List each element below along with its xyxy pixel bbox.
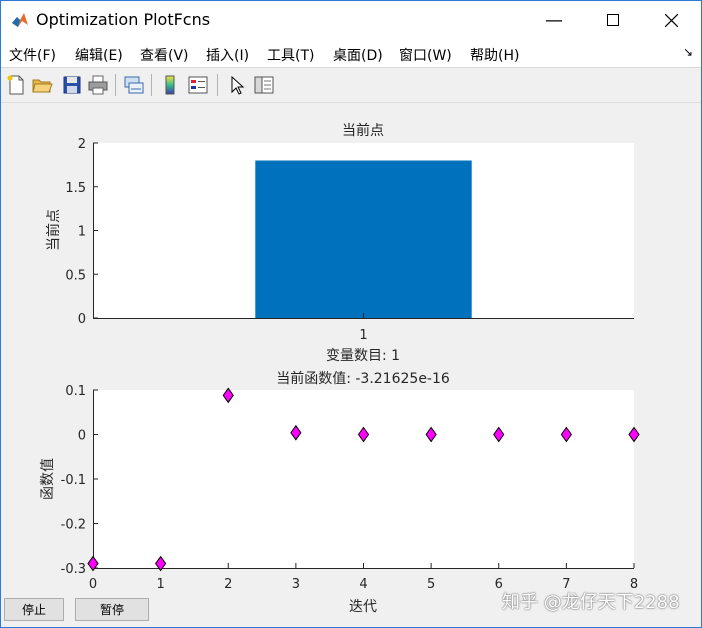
menu-help[interactable]: 帮助(H) [470,45,519,65]
toolbar [1,68,701,103]
close-button[interactable] [648,1,694,39]
legend-icon[interactable] [187,74,209,96]
pause-button[interactable]: 暂停 [75,598,149,621]
toolbar-separator [217,74,218,96]
menu-edit[interactable]: 编辑(E) [75,45,123,65]
window-title: Optimization PlotFcns [36,10,211,29]
stop-button[interactable]: 停止 [4,598,64,621]
toolbar-separator [115,74,116,96]
watermark: 知乎 @龙仔天下2288 [502,592,680,613]
maximize-button[interactable] [590,1,636,39]
menu-desktop[interactable]: 桌面(D) [333,45,383,65]
colorbar-icon[interactable] [159,74,181,96]
menu-window[interactable]: 窗口(W) [399,45,452,65]
maximize-icon [607,14,619,26]
minimize-button[interactable]: — [531,1,577,39]
menu-insert[interactable]: 插入(I) [206,45,249,65]
link-plot-icon[interactable] [123,74,145,96]
menu-view[interactable]: 查看(V) [140,45,189,65]
close-icon [664,13,678,27]
print-icon[interactable] [87,74,109,96]
matlab-logo-icon [12,13,28,27]
toolbar-separator [151,74,152,96]
menu-overflow-icon[interactable]: ↘ [683,45,693,59]
new-figure-icon[interactable] [5,74,27,96]
menu-file[interactable]: 文件(F) [9,45,56,65]
figure-window: Optimization PlotFcns — 文件(F) 编辑(E) 查看(V… [0,0,702,628]
pointer-icon[interactable] [225,74,247,96]
property-inspector-icon[interactable] [253,74,275,96]
minimize-icon: — [545,9,563,31]
save-icon[interactable] [61,74,83,96]
menu-bar: 文件(F) 编辑(E) 查看(V) 插入(I) 工具(T) 桌面(D) 窗口(W… [1,39,701,68]
menu-tools[interactable]: 工具(T) [267,45,314,65]
open-file-icon[interactable] [31,74,53,96]
title-bar[interactable]: Optimization PlotFcns — [1,1,701,39]
